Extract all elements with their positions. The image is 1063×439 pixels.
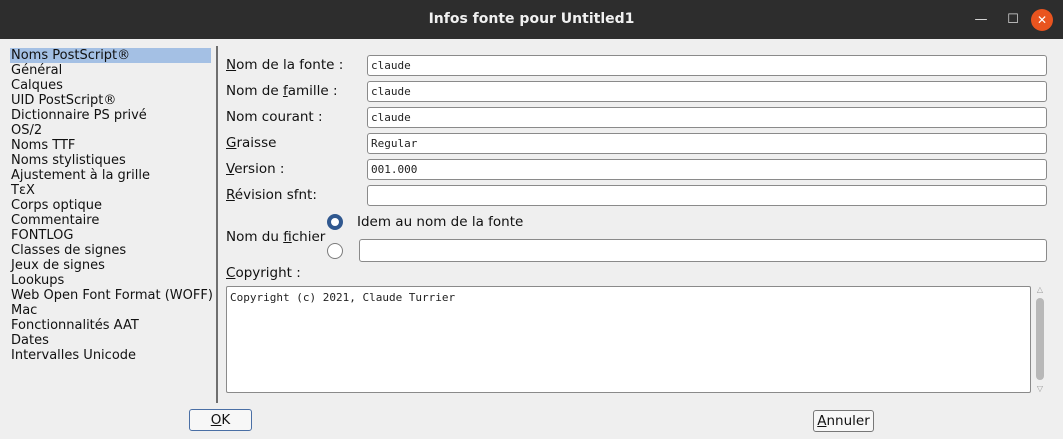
- copyright-label: Copyright :: [226, 265, 301, 281]
- scroll-down-icon[interactable]: ▽: [1034, 385, 1046, 393]
- sidebar-item[interactable]: Corps optique: [10, 198, 211, 213]
- scroll-thumb[interactable]: [1036, 298, 1044, 380]
- scroll-up-icon[interactable]: △: [1034, 286, 1046, 294]
- sfnt-revision-label: Révision sfnt:: [226, 187, 317, 203]
- fontname-field[interactable]: claude: [367, 55, 1047, 76]
- sidebar-item[interactable]: OS/2: [10, 123, 211, 138]
- sfnt-revision-field[interactable]: [367, 185, 1047, 206]
- sidebar-item[interactable]: Noms TTF: [10, 138, 211, 153]
- category-list: Noms PostScript® Général Calques UID PostSc…: [10, 48, 213, 363]
- sidebar-item[interactable]: Jeux de signes: [10, 258, 211, 273]
- copyright-textarea[interactable]: Copyright (c) 2021, Claude Turrier: [226, 286, 1031, 393]
- cancel-button[interactable]: Annuler: [813, 410, 874, 432]
- sidebar-item[interactable]: UID PostScript®: [10, 93, 211, 108]
- sidebar-item[interactable]: TεX: [10, 183, 211, 198]
- sidebar-item[interactable]: Calques: [10, 78, 211, 93]
- radio-same-as-fontname-label[interactable]: Idem au nom de la fonte: [357, 214, 523, 230]
- version-field[interactable]: 001.000: [367, 159, 1047, 180]
- sidebar-item[interactable]: Noms PostScript®: [10, 48, 211, 63]
- sidebar-item[interactable]: Fonctionnalités AAT: [10, 318, 211, 333]
- sidebar-item[interactable]: Intervalles Unicode: [10, 348, 211, 363]
- sidebar-item[interactable]: Classes de signes: [10, 243, 211, 258]
- close-icon[interactable]: ✕: [1031, 9, 1053, 31]
- custom-filename-field[interactable]: [359, 239, 1047, 262]
- weight-label: Graisse: [226, 135, 277, 151]
- sidebar-item[interactable]: Ajustement à la grille: [10, 168, 211, 183]
- sidebar-item[interactable]: Dates: [10, 333, 211, 348]
- sidebar-item[interactable]: Général: [10, 63, 211, 78]
- sidebar-item[interactable]: Noms stylistiques: [10, 153, 211, 168]
- sidebar-item[interactable]: FONTLOG: [10, 228, 211, 243]
- sidebar-item[interactable]: Lookups: [10, 273, 211, 288]
- radio-same-as-fontname[interactable]: [327, 214, 343, 230]
- pane-divider[interactable]: [216, 46, 218, 403]
- fullname-label: Nom courant :: [226, 109, 323, 125]
- version-label: Version :: [226, 161, 285, 177]
- copyright-scrollbar[interactable]: △ ▽: [1034, 286, 1046, 393]
- family-field[interactable]: claude: [367, 81, 1047, 102]
- maximize-icon[interactable]: ☐: [1003, 10, 1023, 30]
- filename-label: Nom du fichier: [226, 229, 326, 245]
- sidebar-item[interactable]: Dictionnaire PS privé: [10, 108, 211, 123]
- fontname-label: Nom de la fonte :: [226, 57, 344, 73]
- title-bar: Infos fonte pour Untitled1 — ☐ ✕: [0, 0, 1063, 39]
- sidebar-item[interactable]: Mac: [10, 303, 211, 318]
- window-title: Infos fonte pour Untitled1: [428, 11, 635, 27]
- radio-custom-filename[interactable]: [327, 243, 343, 259]
- sidebar-item[interactable]: Commentaire: [10, 213, 211, 228]
- sidebar-item[interactable]: Web Open Font Format (WOFF): [10, 288, 213, 303]
- fullname-field[interactable]: claude: [367, 107, 1047, 128]
- family-label: Nom de famille :: [226, 83, 338, 99]
- minimize-icon[interactable]: —: [971, 10, 991, 30]
- weight-field[interactable]: Regular: [367, 133, 1047, 154]
- ok-button[interactable]: OK: [189, 409, 252, 431]
